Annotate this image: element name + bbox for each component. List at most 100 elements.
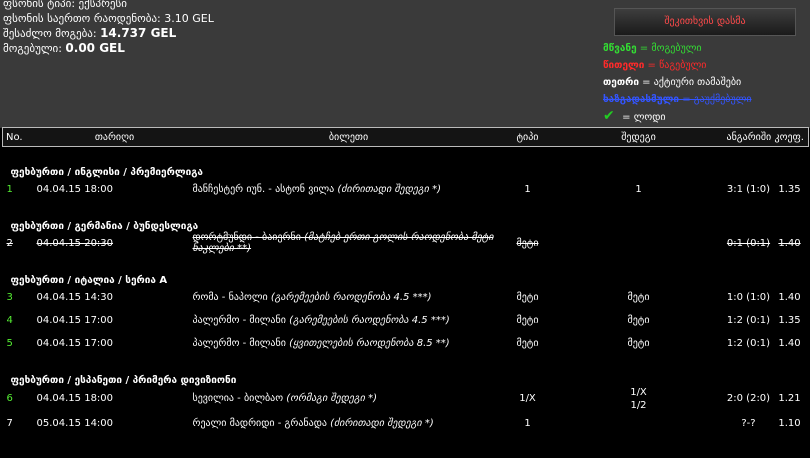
- row-type: მეტი: [516, 237, 539, 249]
- row-match: რომა - ნაპოლი (გარემეების რაოდენობა 4.5 …: [193, 286, 505, 309]
- bet-type-value: ექსპრესი: [78, 0, 127, 10]
- col-odds: კოეფ.: [770, 127, 809, 147]
- row-result: 1: [635, 183, 642, 195]
- row-match: დორტმუნდი - ბაიერნი (მატჩებ ერთი გოლის რ…: [193, 232, 505, 255]
- row-number: 7: [6, 417, 13, 429]
- row-date: 04.04.15 20:30: [36, 237, 114, 249]
- match-name: დორტმუნდი - ბაიერნი: [192, 232, 301, 243]
- row-score: 0:1 (0:1): [726, 237, 771, 249]
- spacer-row: [3, 355, 809, 363]
- match-name: პალერმო - მილანი: [192, 337, 286, 349]
- row-date: 05.04.15 14:00: [36, 417, 114, 429]
- row-result: მეტი: [627, 291, 650, 303]
- col-date: თარიღი: [36, 127, 193, 147]
- won-label: მოგებული:: [3, 42, 62, 55]
- row-result: მეტი: [627, 337, 650, 349]
- stake-label: ფსონის საერთო რაოდენობა:: [3, 12, 161, 25]
- table-row[interactable]: 5 04.04.15 17:00 პალერმო - მილანი (ყვითელე…: [3, 332, 809, 355]
- table-header: No. თარიღი ბილეთი ტიპი შედეგი ანგარიში კ…: [2, 127, 809, 147]
- row-odds: 1.35: [778, 314, 801, 326]
- row-score: 1:2 (0:1): [726, 337, 771, 349]
- row-match: პალერმო - მილანი (ყვითელების რაოდენობა 8…: [193, 332, 505, 355]
- section-title: ფეხბურთი / იტალია / სერია A: [10, 274, 168, 286]
- table-row[interactable]: 1 04.04.15 18:00 მანჩესტერ იუნ. - ასტონ ვი…: [3, 178, 809, 201]
- legend-check: ✔ = ლოდი: [603, 108, 752, 126]
- legend-lose-text: = წაგებული: [644, 60, 707, 71]
- row-number: 5: [6, 337, 13, 349]
- legend-check-text: = ლოდი: [619, 112, 666, 123]
- table-row[interactable]: 4 04.04.15 17:00 პალერმო - მილანი (გარემეე…: [3, 309, 809, 332]
- match-note: (ორმაგი შედეგი *): [286, 393, 378, 404]
- spacer-cell: [3, 255, 809, 263]
- stake-row: ფსონის საერთო რაოდენობა: 3.10 GEL: [3, 11, 214, 26]
- match-name: მანჩესტერ იუნ. - ასტონ ვილა: [192, 183, 335, 195]
- legend-win-word: მწვანე: [603, 43, 637, 54]
- ask-question-button[interactable]: შეკითხვის დასმა: [614, 8, 796, 36]
- row-date: 04.04.15 17:00: [36, 314, 114, 326]
- row-date: 04.04.15 17:00: [36, 337, 114, 349]
- bet-summary: ფსონის ტიპი: ექსპრესი ფსონის საერთო რაოდ…: [3, 0, 214, 56]
- legend-win: მწვანე = მოგებული: [603, 40, 752, 57]
- table-row[interactable]: 6 04.04.15 18:00 სევილია - ბილბაო (ორმაგი …: [3, 386, 809, 412]
- table-row[interactable]: 7 05.04.15 14:00 რეალი მადრიდი - გრანადა (…: [3, 412, 809, 435]
- row-odds: 1.35: [778, 183, 801, 195]
- legend-active-text: = აქტიური თამაშები: [638, 77, 742, 88]
- table-row[interactable]: 2 04.04.15 20:30 დორტმუნდი - ბაიერნი (მატჩ…: [3, 232, 809, 255]
- table-row[interactable]: 3 04.04.15 14:30 რომა - ნაპოლი (გარემეების…: [3, 286, 809, 309]
- bets-table: No. თარიღი ბილეთი ტიპი შედეგი ანგარიში კ…: [2, 127, 809, 435]
- match-name: სევილია - ბილბაო: [192, 393, 284, 404]
- col-type: ტიპი: [504, 127, 551, 147]
- match-name: რომა - ნაპოლი: [192, 291, 268, 303]
- bet-summary-panel: ფსონის ტიპი: ექსპრესი ფსონის საერთო რაოდ…: [0, 0, 810, 128]
- spacer-cell: [3, 355, 809, 363]
- row-score: 3:1 (1:0): [726, 183, 771, 195]
- won-value: 0.00 GEL: [65, 41, 125, 55]
- legend-lose-word: წითელი: [603, 60, 645, 71]
- section-title: ფეხბურთი / ესპანეთი / პრიმერა დივიზიონი: [10, 374, 237, 386]
- match-note: (გარემეების რაოდენობა 4.5 ***): [289, 314, 450, 326]
- row-date: 04.04.15 18:00: [36, 393, 114, 404]
- section-header: ფეხბურთი / გერმანია / ბუნდესლიგა: [3, 209, 809, 232]
- row-score: ?-?: [741, 417, 756, 429]
- spacer-row: [3, 201, 809, 209]
- stake-value: 3.10 GEL: [164, 12, 214, 25]
- spacer-row: [3, 255, 809, 263]
- row-date: 04.04.15 18:00: [36, 183, 114, 195]
- row-match: სევილია - ბილბაო (ორმაგი შედეგი *): [193, 386, 505, 412]
- row-match: მანჩესტერ იუნ. - ასტონ ვილა (ძირითადი შე…: [193, 178, 505, 201]
- spacer-row: [3, 147, 809, 155]
- legend-active-word: თეთრი: [603, 77, 639, 88]
- row-result: [551, 412, 727, 435]
- legend-lose: წითელი = წაგებული: [603, 57, 752, 74]
- col-result: შედეგი: [550, 127, 727, 147]
- row-date: 04.04.15 14:30: [36, 291, 114, 303]
- section-header: ფეხბურთი / იტალია / სერია A: [3, 263, 809, 286]
- color-legend: მწვანე = მოგებული წითელი = წაგებული თეთრ…: [603, 40, 752, 126]
- match-name: პალერმო - მილანი: [192, 314, 286, 326]
- row-odds: 1.40: [778, 291, 801, 303]
- row-match: რეალი მადრიდი - გრანადა (ძირითადი შედეგი…: [193, 412, 505, 435]
- row-type: 1/X: [519, 393, 536, 404]
- section-title: ფეხბურთი / გერმანია / ბუნდესლიგა: [10, 220, 199, 232]
- section-title: ფეხბურთი / ინგლისი / პრემიერლიგა: [10, 166, 203, 178]
- legend-cancel-word: ხაზგადასმული: [603, 94, 680, 105]
- match-note: (ძირითადი შედეგი *): [337, 183, 442, 195]
- row-number: 6: [6, 393, 13, 404]
- row-odds: 1.40: [778, 337, 801, 349]
- row-number: 2: [6, 237, 13, 249]
- legend-cancel: ხაზგადასმული = გაუქმებული: [603, 91, 752, 108]
- match-note: (ყვითელების რაოდენობა 8.5 **): [289, 337, 450, 349]
- row-odds: 1.40: [778, 237, 801, 249]
- check-icon: ✔: [603, 108, 615, 124]
- row-number: 1: [6, 183, 13, 195]
- row-result: 1/X 1/2: [630, 386, 647, 411]
- col-score: ანგარიში: [726, 127, 771, 147]
- row-match: პალერმო - მილანი (გარემეების რაოდენობა 4…: [193, 309, 505, 332]
- row-type: მეტი: [516, 314, 539, 326]
- row-result: მეტი: [627, 314, 650, 326]
- legend-cancel-text: = გაუქმებული: [679, 94, 752, 105]
- possible-win-row: შესაძლო მოგება: 14.737 GEL: [3, 26, 214, 41]
- won-row: მოგებული: 0.00 GEL: [3, 41, 214, 56]
- section-header: ფეხბურთი / ინგლისი / პრემიერლიგა: [3, 155, 809, 178]
- row-type: მეტი: [516, 337, 539, 349]
